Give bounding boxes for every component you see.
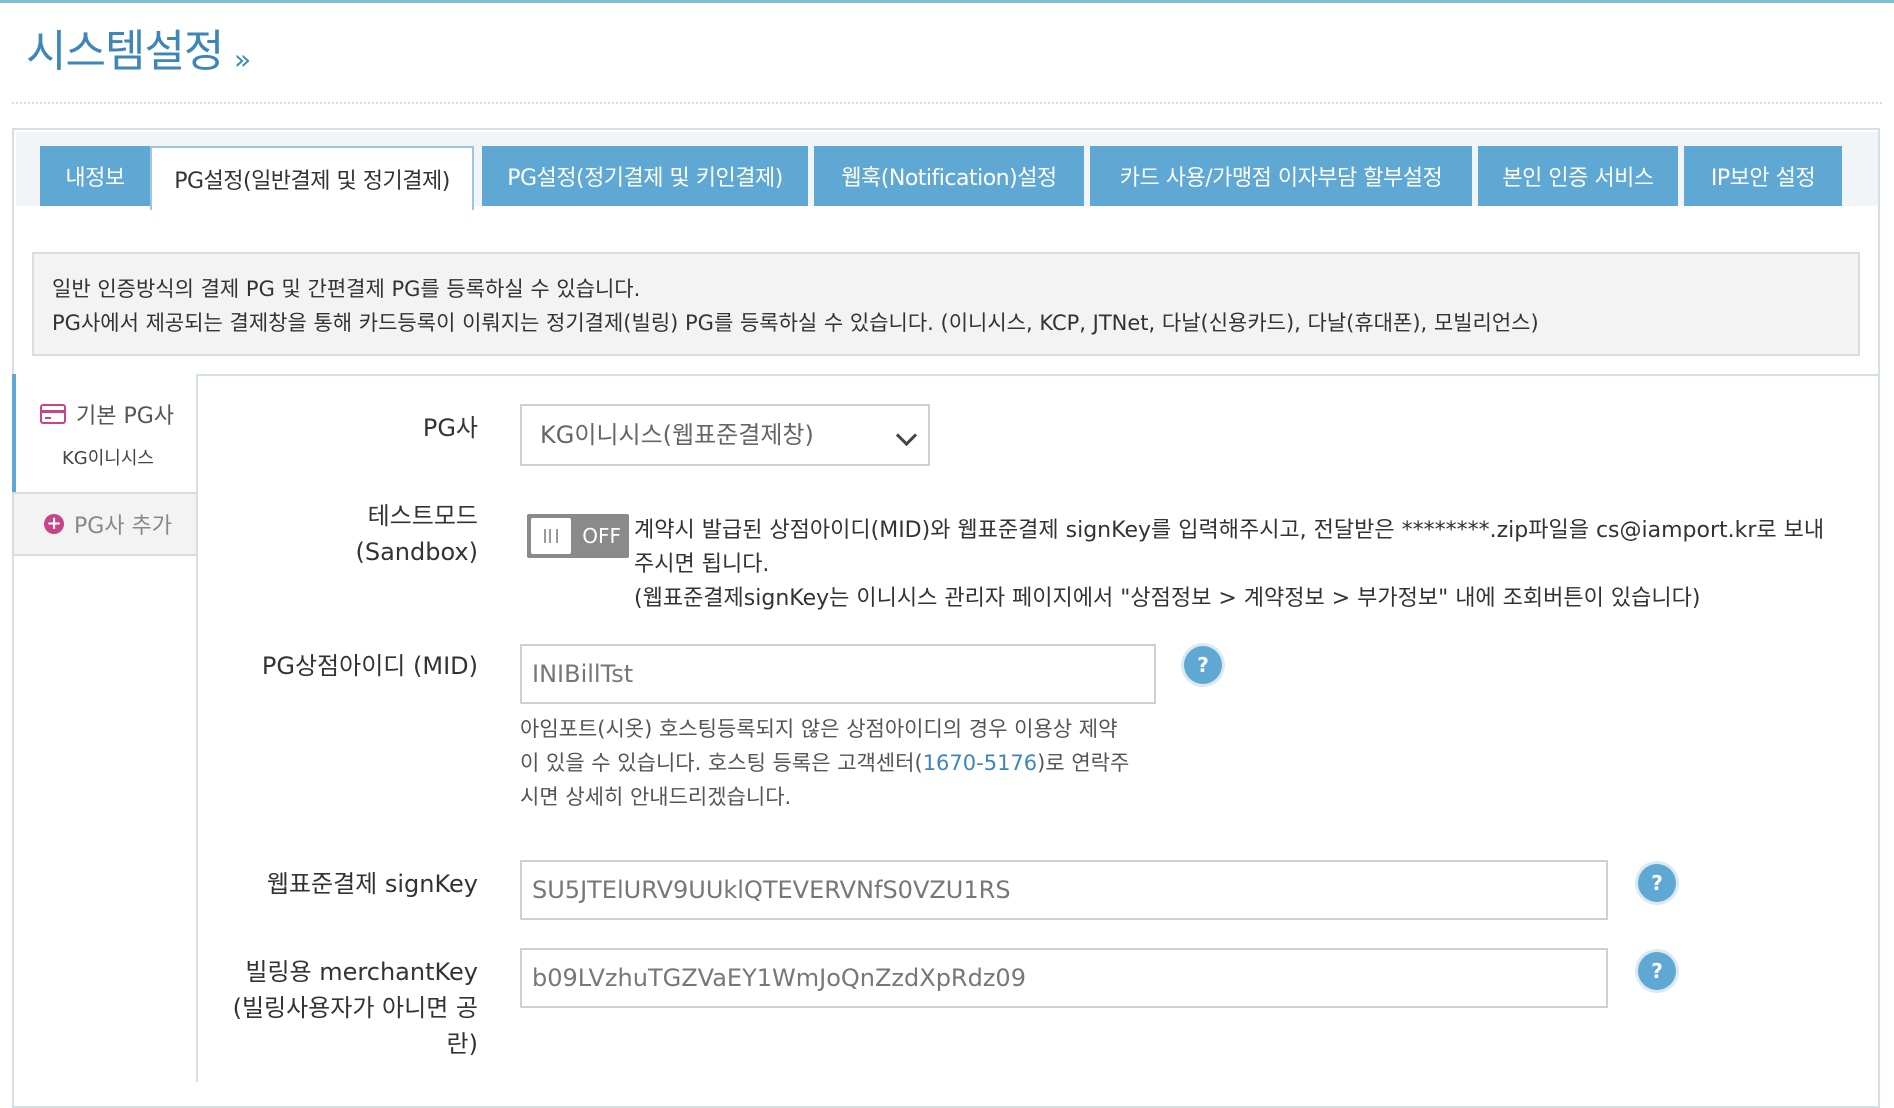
toggle-state: OFF (582, 524, 621, 548)
tab-identity-verification[interactable]: 본인 인증 서비스 (1478, 146, 1678, 206)
tab-pg-recurring[interactable]: PG설정(정기결제 및 키인결제) (482, 146, 808, 206)
merchantkey-help-button[interactable]: ? (1638, 952, 1676, 990)
credit-card-icon (40, 404, 66, 424)
mid-input[interactable]: INIBillTst (520, 644, 1156, 704)
notice-line-1: 일반 인증방식의 결제 PG 및 간편결제 PG를 등록하실 수 있습니다. (52, 277, 641, 301)
sidebar-item-value: KG이니시스 (62, 448, 154, 469)
tab-card-installment[interactable]: 카드 사용/가맹점 이자부담 할부설정 (1090, 146, 1472, 206)
support-phone-link[interactable]: 1670-5176 (923, 751, 1037, 775)
test-mode-toggle[interactable]: OFF (527, 514, 629, 558)
mid-help-text: 아임포트(시옷) 호스팅등록되지 않은 상점아이디의 경우 이용상 제약 이 있… (520, 717, 1130, 809)
notice-box: 일반 인증방식의 결제 PG 및 간편결제 PG를 등록하실 수 있습니다. P… (32, 252, 1860, 356)
merchantkey-input[interactable]: b09LVzhuTGZVaEY1WmJoQnZzdXpRdz09 (520, 948, 1608, 1008)
test-mode-help: 계약시 발급된 상점아이디(MID)와 웹표준결제 signKey를 입력해주시… (634, 518, 1825, 611)
pg-label: PG사 (422, 414, 478, 442)
signkey-input[interactable]: SU5JTElURV9UUklQTEVERVNfS0VZU1RS (520, 860, 1608, 920)
sidebar-item-basic-pg[interactable]: 기본 PG사 KG이니시스 (12, 374, 196, 492)
title-divider (12, 102, 1882, 104)
plus-circle-icon: + (44, 514, 64, 534)
page-title: 시스템설정 (26, 26, 224, 77)
tab-pg-general[interactable]: PG설정(일반결제 및 정기결제) (150, 146, 474, 210)
mid-help-button[interactable]: ? (1184, 646, 1222, 684)
title-chevron-icon: » (234, 43, 252, 76)
mid-label: PG상점아이디 (MID) (261, 652, 478, 680)
sidebar-divider (196, 374, 198, 1082)
test-mode-label: 테스트모드 (Sandbox) (355, 502, 479, 566)
sidebar-item-label: 기본 PG사 (76, 404, 175, 429)
content-divider (196, 374, 1880, 376)
sidebar-item-add-pg[interactable]: + PG사 추가 (12, 492, 196, 556)
toggle-knob (531, 518, 571, 554)
top-accent-line (0, 0, 1894, 3)
chevron-down-icon (895, 424, 918, 447)
tab-ip-security[interactable]: IP보안 설정 (1684, 146, 1842, 206)
pg-select-value: KG이니시스(웹표준결제창) (540, 421, 814, 449)
sidebar-add-label: PG사 추가 (74, 514, 173, 539)
tab-webhook[interactable]: 웹훅(Notification)설정 (814, 146, 1084, 206)
signkey-help-button[interactable]: ? (1638, 864, 1676, 902)
signkey-label: 웹표준결제 signKey (266, 870, 478, 898)
notice-line-2: PG사에서 제공되는 결제창을 통해 카드등록이 이뤄지는 정기결제(빌링) P… (52, 311, 1539, 335)
pg-select[interactable]: KG이니시스(웹표준결제창) (520, 404, 930, 466)
merchantkey-label: 빌링용 merchantKey (빌링사용자가 아니면 공 란) (232, 958, 478, 1058)
tab-my-info[interactable]: 내정보 (40, 146, 150, 206)
